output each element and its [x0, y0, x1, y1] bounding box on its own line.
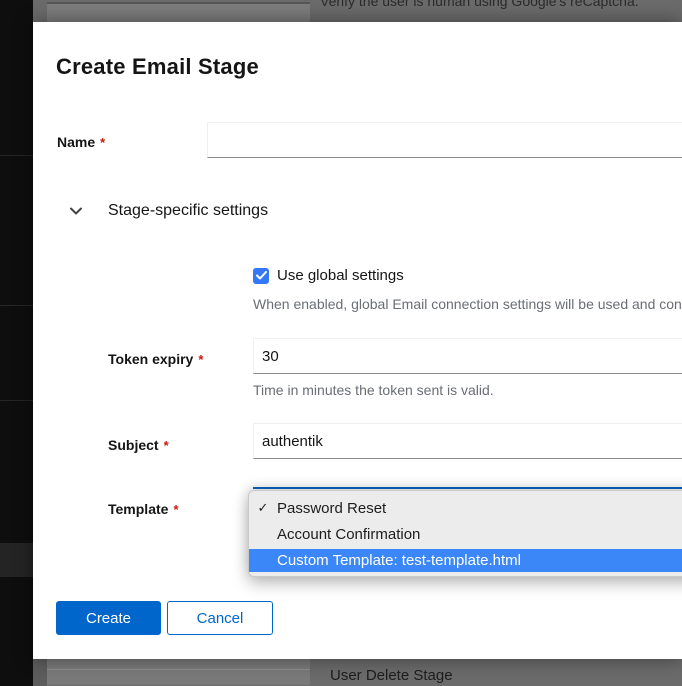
- cancel-button[interactable]: Cancel: [167, 601, 273, 635]
- backdrop-table-row-top: Verify the user is human using Google's …: [33, 0, 682, 22]
- backdrop-checkbox-column: [33, 659, 47, 686]
- app-sidebar-dimmed: [0, 0, 33, 686]
- backdrop-top-text: Verify the user is human using Google's …: [320, 0, 639, 9]
- required-asterisk: *: [100, 135, 105, 150]
- token-expiry-label: Token expiry*: [108, 351, 203, 367]
- backdrop-bottom-text: User Delete Stage: [330, 667, 453, 684]
- token-expiry-input[interactable]: [253, 338, 682, 374]
- backdrop-table-cell: [47, 659, 310, 686]
- option-account-confirmation[interactable]: Account Confirmation: [249, 521, 682, 547]
- use-global-settings-checkbox[interactable]: [253, 268, 269, 284]
- expander-label: Stage-specific settings: [108, 202, 268, 220]
- use-global-settings-help: When enabled, global Email connection se…: [253, 296, 682, 312]
- template-select-focus-border: [253, 487, 682, 489]
- use-global-settings-row: Use global settings: [253, 267, 404, 284]
- required-asterisk: *: [164, 438, 169, 453]
- name-input[interactable]: [207, 122, 682, 158]
- sidebar-active-item-dimmed: [0, 543, 33, 577]
- template-label: Template*: [108, 501, 179, 517]
- modal-title: Create Email Stage: [56, 54, 259, 80]
- screen: Verify the user is human using Google's …: [0, 0, 682, 686]
- selected-check-icon: ✓: [249, 500, 277, 516]
- subject-input[interactable]: [253, 423, 682, 459]
- use-global-settings-label[interactable]: Use global settings: [277, 267, 404, 284]
- create-email-stage-modal: Create Email Stage Name* Stage-specific …: [33, 22, 682, 659]
- name-label: Name*: [57, 134, 105, 150]
- create-button[interactable]: Create: [56, 601, 161, 635]
- required-asterisk: *: [173, 502, 178, 517]
- checkmark-icon: [256, 271, 267, 280]
- chevron-down-icon: [63, 207, 89, 215]
- sidebar-divider: [0, 400, 33, 401]
- subject-label: Subject*: [108, 437, 169, 453]
- required-asterisk: *: [198, 352, 203, 367]
- sidebar-divider: [0, 155, 33, 156]
- sidebar-divider: [0, 305, 33, 306]
- option-password-reset[interactable]: ✓ Password Reset: [249, 495, 682, 521]
- template-select-popup: ✓ Password Reset Account Confirmation Cu…: [248, 490, 682, 577]
- token-expiry-help: Time in minutes the token sent is valid.: [253, 382, 494, 398]
- stage-settings-expander[interactable]: Stage-specific settings: [63, 198, 363, 224]
- backdrop-table-cell: [47, 2, 310, 22]
- backdrop-row-border: [47, 669, 310, 670]
- backdrop-table-row-bottom: User Delete Stage: [33, 659, 682, 686]
- option-custom-template[interactable]: Custom Template: test-template.html: [249, 549, 682, 572]
